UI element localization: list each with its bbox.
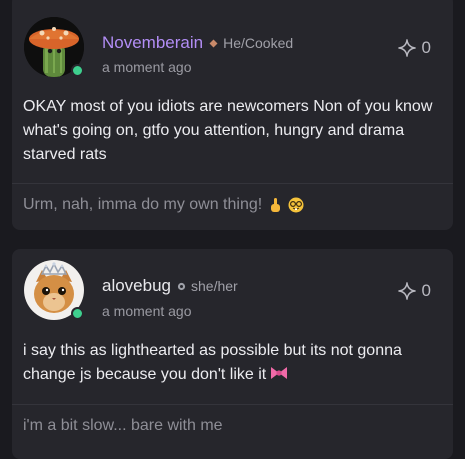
sparkle-star-icon	[397, 39, 416, 57]
post-timestamp: a moment ago	[102, 59, 192, 75]
avatar[interactable]	[24, 260, 84, 320]
pronouns: she/her	[191, 278, 238, 294]
sparkle-star-icon	[397, 282, 416, 300]
online-status-icon	[71, 64, 84, 77]
star-count: 0	[421, 281, 431, 300]
post-timestamp: a moment ago	[102, 303, 192, 319]
star-button[interactable]: 0	[397, 281, 431, 301]
small-flair-icon	[209, 39, 218, 48]
star-count: 0	[421, 38, 431, 57]
star-button[interactable]: 0	[397, 38, 431, 58]
post-body: i say this as lighthearted as possible b…	[23, 339, 441, 387]
post-body-text: i say this as lighthearted as possible b…	[23, 342, 402, 383]
divider	[12, 404, 453, 405]
online-status-icon	[71, 307, 84, 320]
post-header: Novemberain He/Cooked	[102, 32, 293, 54]
post-card[interactable]: alovebug she/her a moment ago 0 i say th…	[12, 249, 453, 459]
username[interactable]: Novemberain	[102, 32, 203, 54]
pointing-up-hand-emoji-icon	[267, 197, 283, 213]
post-body: OKAY most of you idiots are newcomers No…	[23, 98, 433, 163]
post-header: alovebug she/her	[102, 275, 238, 297]
reply-text: i'm a bit slow... bare with me	[23, 417, 223, 434]
pronouns: He/Cooked	[223, 35, 294, 51]
reply-preview[interactable]: Urm, nah, imma do my own thing!	[23, 196, 304, 214]
settings-badge-icon	[177, 282, 186, 291]
avatar[interactable]	[24, 17, 84, 77]
reply-preview[interactable]: i'm a bit slow... bare with me	[23, 417, 223, 435]
reply-text: Urm, nah, imma do my own thing!	[23, 196, 263, 213]
divider	[12, 183, 453, 184]
username[interactable]: alovebug	[102, 275, 171, 297]
post-card[interactable]: Novemberain He/Cooked a moment ago 0 OKA…	[12, 0, 453, 230]
pink-bow-emoji-icon	[270, 365, 288, 381]
nerd-face-emoji-icon	[288, 197, 304, 213]
